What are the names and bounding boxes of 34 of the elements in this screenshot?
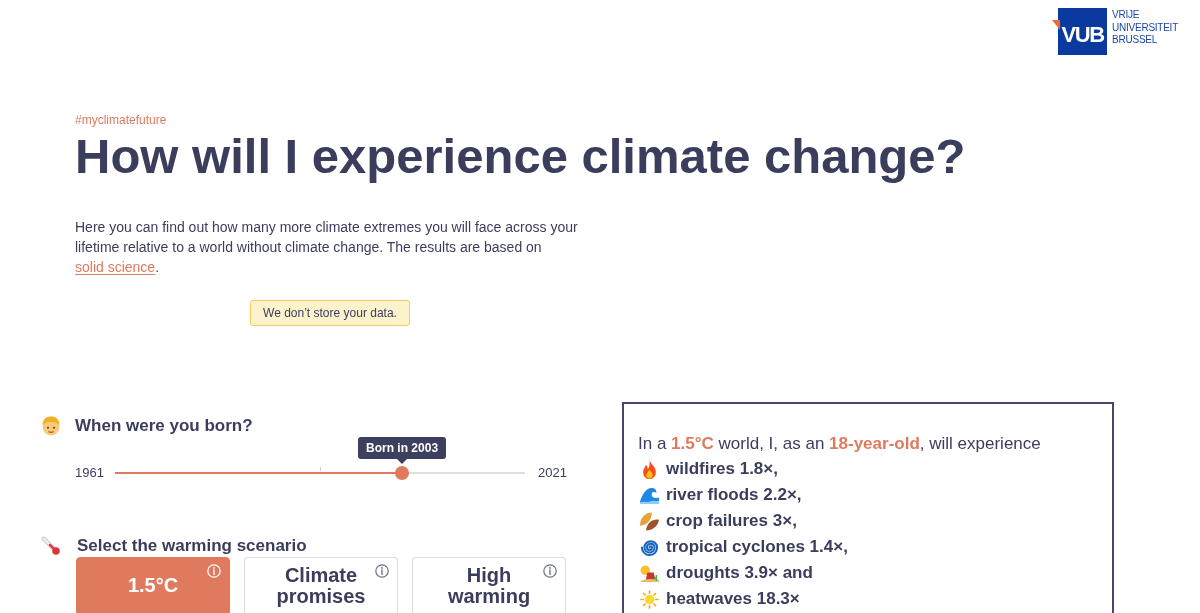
intro-paragraph: Here you can find out how many more climate extremes you will face across your lifetime relative to a world without climate change. The results are based on solid science. xyxy=(75,218,579,277)
face-icon xyxy=(41,416,61,436)
scenario-option[interactable]: High warming xyxy=(412,557,566,613)
logo-mark[interactable]: VUB xyxy=(1058,8,1108,55)
triangle-icon xyxy=(1052,20,1061,30)
hazard-text: wildfires 1.8×, xyxy=(666,458,778,481)
slider-thumb[interactable] xyxy=(395,466,410,480)
cyclone-icon xyxy=(640,537,659,557)
hazard-text: tropical cyclones 1.4×, xyxy=(666,536,848,559)
scenario-option[interactable]: Climate promises xyxy=(244,557,398,613)
hazard-text: river floods 2.2×, xyxy=(666,484,802,507)
thermometer-icon xyxy=(41,536,61,556)
sun-icon xyxy=(640,589,659,609)
scenario-question: Select the warming scenario xyxy=(77,535,307,558)
privacy-notice: We don’t store your data. xyxy=(250,300,410,326)
hazard-text: droughts 3.9× and xyxy=(666,562,813,585)
year-min-label: 1961 xyxy=(75,464,105,483)
hazard-text: heatwaves 18.3× xyxy=(666,588,800,611)
page-title: How will I experience climate change? xyxy=(75,128,966,184)
hashtag: #myclimatefuture xyxy=(75,112,167,128)
slider-tick xyxy=(320,467,322,471)
wave-icon xyxy=(640,485,659,505)
leaves-icon xyxy=(640,511,659,531)
tooltip-pointer-icon xyxy=(397,459,408,464)
info-icon[interactable] xyxy=(375,564,389,578)
birth-year-question: When were you born? xyxy=(75,415,253,438)
year-max-label: 2021 xyxy=(538,464,567,483)
logo-wordmark: VRIJE UNIVERSITEIT BRUSSEL xyxy=(1112,8,1178,47)
slider-track[interactable] xyxy=(115,466,526,480)
desert-icon xyxy=(640,563,659,583)
fire-icon xyxy=(640,459,659,479)
result-summary: In a 1.5°C world, I, as an 18-year-old, will experience xyxy=(638,433,1042,455)
hazard-text: crop failures 3×, xyxy=(666,510,797,533)
info-icon[interactable] xyxy=(543,564,557,578)
